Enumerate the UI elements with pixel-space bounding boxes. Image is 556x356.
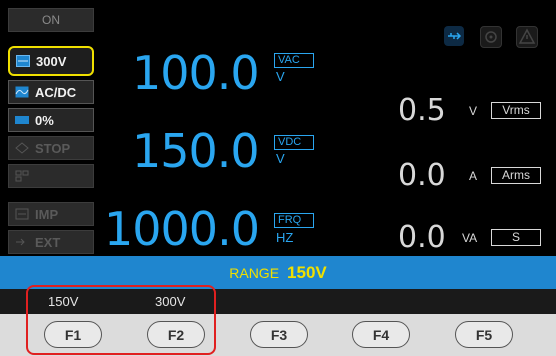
ext-button[interactable]: EXT <box>8 230 94 254</box>
percent-button[interactable]: 0% <box>8 108 94 132</box>
instrument-screen: ON 300V AC/DC 0% STOP IMP EXT 100.0 VAC … <box>0 0 556 356</box>
on-button-label: ON <box>42 13 60 27</box>
usb-icon <box>444 26 464 46</box>
bar-icon <box>15 114 29 126</box>
wave-icon <box>15 86 29 98</box>
vdc-tag: VDC <box>274 135 314 150</box>
sidebar: ON 300V AC/DC 0% STOP IMP EXT <box>8 4 96 254</box>
stop-button-label: STOP <box>35 140 71 156</box>
current-tag: Arms <box>491 167 541 184</box>
acdc-button-label: AC/DC <box>35 84 77 100</box>
hazard-icon <box>480 26 502 48</box>
f4-key[interactable]: F4 <box>352 321 410 348</box>
vdc-value: 150.0 <box>132 124 260 178</box>
imp-icon <box>15 208 29 220</box>
ext-button-label: EXT <box>35 234 61 250</box>
ext-icon <box>15 236 29 248</box>
range-button[interactable]: 300V <box>8 46 94 76</box>
blank-button[interactable] <box>8 164 94 188</box>
f5-key[interactable]: F5 <box>455 321 513 348</box>
range-bar-value: 150V <box>287 262 327 282</box>
vdc-unit: V <box>276 151 285 166</box>
voltage-unit: V <box>469 104 478 118</box>
current-value: 0.0 <box>398 158 446 193</box>
range-bar-label: RANGE <box>229 264 280 281</box>
voltage-tag: Vrms <box>491 102 541 119</box>
stop-icon <box>15 142 29 154</box>
current-unit: A <box>469 169 478 183</box>
power-value: 0.0 <box>398 220 446 255</box>
on-button[interactable]: ON <box>8 8 94 32</box>
imp-button-label: IMP <box>35 206 59 222</box>
range-button-label: 300V <box>36 53 67 69</box>
stop-button[interactable]: STOP <box>8 136 94 160</box>
vac-tag: VAC <box>274 53 314 68</box>
frq-tag: FRQ <box>274 213 314 228</box>
grid-icon <box>15 170 29 182</box>
power-unit: VA <box>462 231 478 245</box>
vac-value: 100.0 <box>132 46 260 100</box>
warning-icon <box>516 26 538 48</box>
acdc-button[interactable]: AC/DC <box>8 80 94 104</box>
annotation-highlight <box>26 285 216 355</box>
frq-value: 1000.0 <box>104 202 260 256</box>
vac-unit: V <box>276 69 285 84</box>
range-icon <box>16 55 30 67</box>
frq-unit: HZ <box>276 230 294 245</box>
percent-button-label: 0% <box>35 112 54 128</box>
imp-button[interactable]: IMP <box>8 202 94 226</box>
f3-key[interactable]: F3 <box>250 321 308 348</box>
voltage-value: 0.5 <box>398 93 446 128</box>
power-tag: S <box>491 229 541 246</box>
